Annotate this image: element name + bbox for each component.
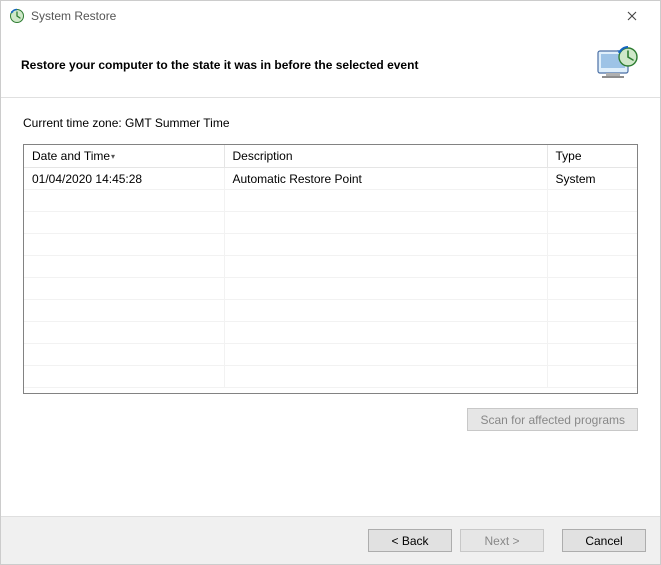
table-row[interactable]: 01/04/2020 14:45:28 Automatic Restore Po… bbox=[24, 168, 637, 190]
cancel-button[interactable]: Cancel bbox=[562, 529, 646, 552]
next-button[interactable]: Next > bbox=[460, 529, 544, 552]
timezone-label: Current time zone: GMT Summer Time bbox=[23, 116, 638, 130]
table-row[interactable] bbox=[24, 234, 637, 256]
table-row[interactable] bbox=[24, 322, 637, 344]
table-row[interactable] bbox=[24, 300, 637, 322]
page-heading: Restore your computer to the state it wa… bbox=[21, 58, 592, 72]
back-button[interactable]: < Back bbox=[368, 529, 452, 552]
table-row[interactable] bbox=[24, 344, 637, 366]
table-row[interactable] bbox=[24, 278, 637, 300]
table-row[interactable] bbox=[24, 366, 637, 388]
cell-datetime: 01/04/2020 14:45:28 bbox=[24, 168, 224, 190]
column-header-datetime[interactable]: Date and Time▾ bbox=[24, 145, 224, 168]
table-row[interactable] bbox=[24, 256, 637, 278]
table-row[interactable] bbox=[24, 190, 637, 212]
column-header-description[interactable]: Description bbox=[224, 145, 547, 168]
wizard-header: Restore your computer to the state it wa… bbox=[1, 31, 660, 97]
wizard-footer: < Back Next > Cancel bbox=[1, 516, 660, 564]
system-restore-icon bbox=[9, 8, 25, 24]
column-label: Description bbox=[233, 149, 293, 163]
close-button[interactable] bbox=[612, 2, 652, 30]
table-row[interactable] bbox=[24, 212, 637, 234]
cell-description: Automatic Restore Point bbox=[224, 168, 547, 190]
titlebar: System Restore bbox=[1, 1, 660, 31]
column-label: Date and Time bbox=[32, 149, 110, 163]
table-header-row: Date and Time▾ Description Type bbox=[24, 145, 637, 168]
sort-descending-icon: ▾ bbox=[111, 152, 115, 161]
column-header-type[interactable]: Type bbox=[547, 145, 637, 168]
restore-large-icon bbox=[592, 43, 640, 87]
cell-type: System bbox=[547, 168, 637, 190]
restore-points-table[interactable]: Date and Time▾ Description Type 01/04/20… bbox=[23, 144, 638, 394]
scan-affected-programs-button[interactable]: Scan for affected programs bbox=[467, 408, 638, 431]
column-label: Type bbox=[556, 149, 582, 163]
content-area: Current time zone: GMT Summer Time Date … bbox=[1, 98, 660, 439]
window-title: System Restore bbox=[31, 9, 612, 23]
